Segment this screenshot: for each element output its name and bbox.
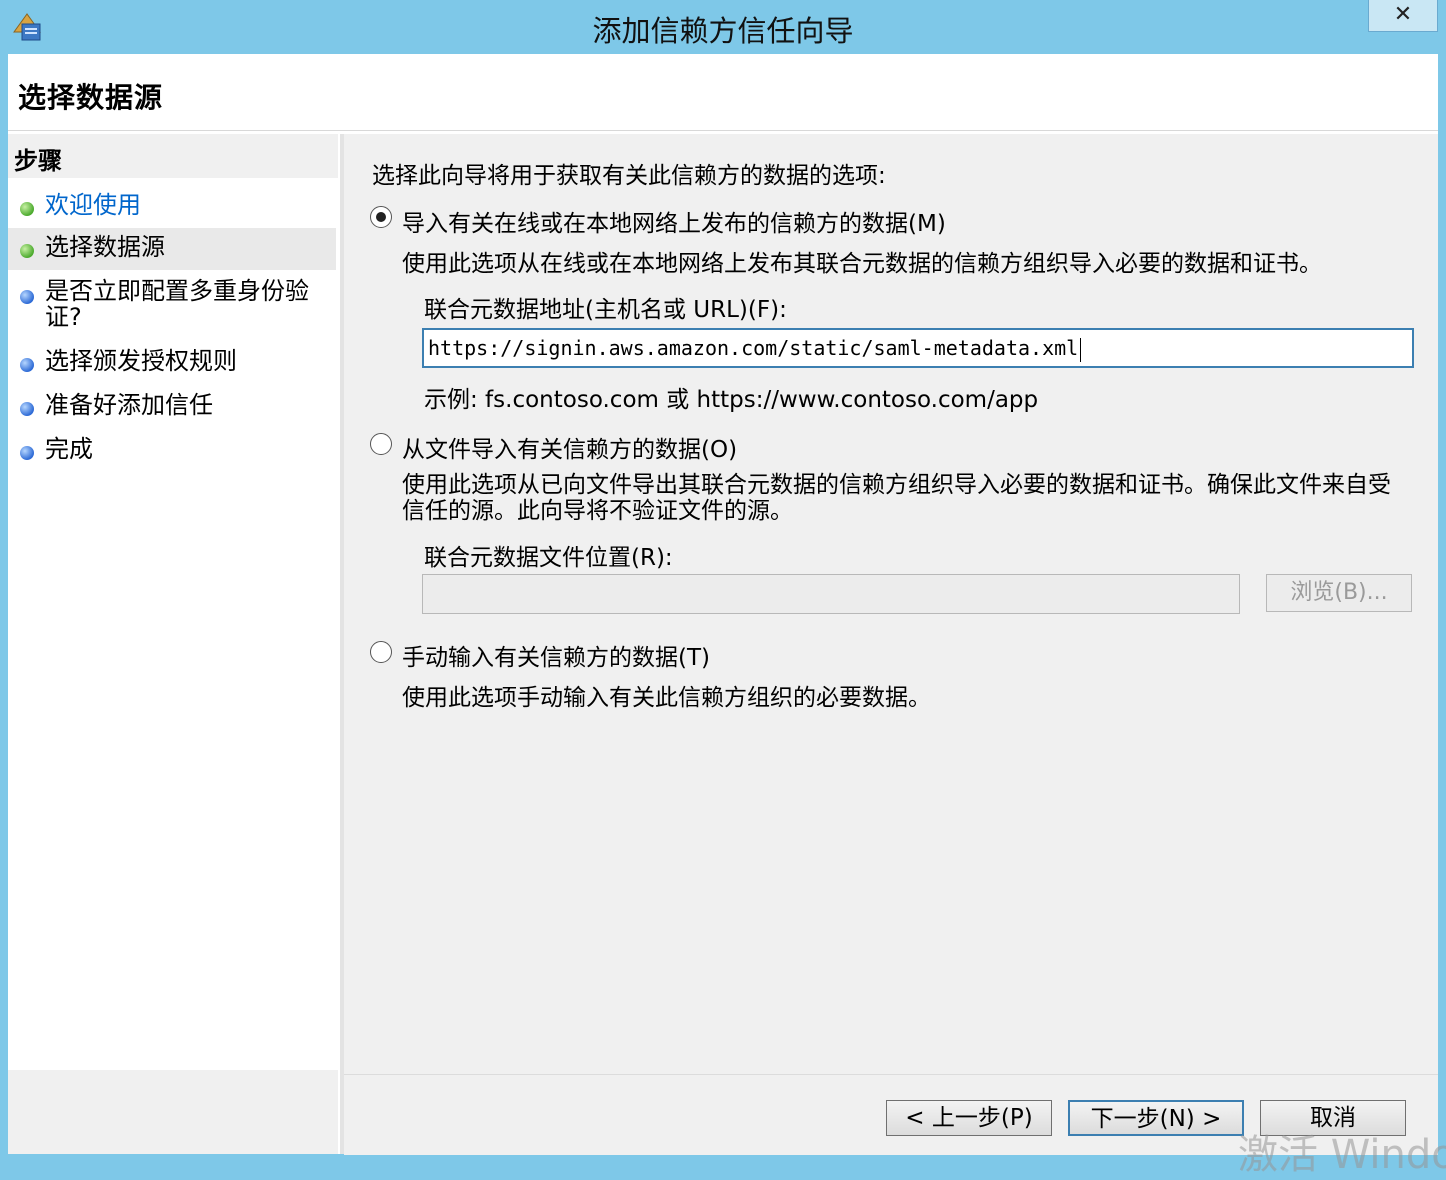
- next-button-label: 下一步(N) >: [1090, 1106, 1222, 1132]
- step-label: 准备好添加信任: [45, 391, 213, 419]
- radio-manual-entry[interactable]: [370, 641, 392, 663]
- activation-watermark: 激活 Windo: [1238, 1132, 1446, 1178]
- step-issuance-rules: 选择颁发授权规则: [8, 344, 336, 380]
- browse-button[interactable]: 浏览(B)...: [1266, 574, 1412, 612]
- radio-import-file[interactable]: [370, 433, 392, 455]
- step-ready-to-add: 准备好添加信任: [8, 388, 336, 424]
- steps-pane: 步骤 欢迎使用 选择数据源 是否立即配置多重身份验证? 选择颁发授权规则 准备好…: [8, 134, 340, 1154]
- import-file-description: 使用此选项从已向文件导出其联合元数据的信赖方组织导入必要的数据和证书。确保此文件…: [402, 472, 1391, 524]
- import-online-description: 使用此选项从在线或在本地网络上发布其联合元数据的信赖方组织导入必要的数据和证书。: [402, 251, 1322, 277]
- step-pending-icon: [20, 358, 34, 372]
- step-pending-icon: [20, 402, 34, 416]
- metadata-address-value: https://signin.aws.amazon.com/static/sam…: [428, 336, 1079, 360]
- step-complete-icon: [20, 202, 34, 216]
- text-caret: [1080, 337, 1082, 362]
- title-bar: 添加信赖方信任向导 ✕: [0, 0, 1446, 54]
- intro-text: 选择此向导将用于获取有关此信赖方的数据的选项:: [372, 163, 886, 189]
- back-button[interactable]: < 上一步(P): [886, 1100, 1052, 1136]
- step-finish: 完成: [8, 432, 336, 468]
- step-pending-icon: [20, 290, 34, 304]
- close-icon: ✕: [1393, 2, 1413, 27]
- step-configure-mfa: 是否立即配置多重身份验证?: [8, 276, 336, 332]
- wizard-frame: 选择数据源 步骤 欢迎使用 选择数据源 是否立即配置多重身份验证? 选择颁发授权…: [8, 54, 1438, 1155]
- next-button[interactable]: 下一步(N) >: [1068, 1100, 1244, 1136]
- step-welcome[interactable]: 欢迎使用: [8, 186, 336, 224]
- step-label: 是否立即配置多重身份验证?: [45, 277, 309, 331]
- radio-import-online-label[interactable]: 导入有关在线或在本地网络上发布的信赖方的数据(M): [402, 204, 946, 238]
- step-label[interactable]: 欢迎使用: [45, 192, 325, 218]
- step-label: 选择颁发授权规则: [45, 347, 237, 375]
- step-pending-icon: [20, 446, 34, 460]
- steps-pane-footer: [8, 1070, 338, 1154]
- step-label: 选择数据源: [45, 233, 165, 261]
- step-complete-icon: [20, 244, 34, 258]
- wizard-header: 选择数据源: [8, 54, 1438, 131]
- steps-heading: 步骤: [8, 134, 338, 178]
- radio-import-online[interactable]: [370, 206, 392, 228]
- radio-manual-entry-label[interactable]: 手动输入有关信赖方的数据(T): [402, 638, 710, 672]
- browse-button-label: 浏览(B)...: [1290, 580, 1388, 605]
- manual-entry-description: 使用此选项手动输入有关此信赖方组织的必要数据。: [402, 685, 931, 711]
- main-content: 选择此向导将用于获取有关此信赖方的数据的选项: 导入有关在线或在本地网络上发布的…: [344, 134, 1438, 1074]
- steps-heading-label: 步骤: [14, 147, 62, 175]
- metadata-address-example: 示例: fs.contoso.com 或 https://www.contoso…: [424, 387, 1039, 413]
- step-label: 完成: [45, 435, 93, 463]
- window-title: 添加信赖方信任向导: [592, 14, 854, 48]
- metadata-file-location-label: 联合元数据文件位置(R):: [424, 545, 673, 571]
- close-button[interactable]: ✕: [1368, 0, 1438, 32]
- radio-import-file-label[interactable]: 从文件导入有关信赖方的数据(O): [402, 430, 737, 464]
- metadata-file-location-input[interactable]: [422, 574, 1240, 614]
- back-button-label: < 上一步(P): [905, 1105, 1033, 1131]
- step-select-data-source: 选择数据源: [8, 228, 336, 270]
- page-title: 选择数据源: [18, 81, 164, 114]
- metadata-address-label: 联合元数据地址(主机名或 URL)(F):: [424, 297, 787, 323]
- metadata-address-input[interactable]: https://signin.aws.amazon.com/static/sam…: [422, 328, 1414, 368]
